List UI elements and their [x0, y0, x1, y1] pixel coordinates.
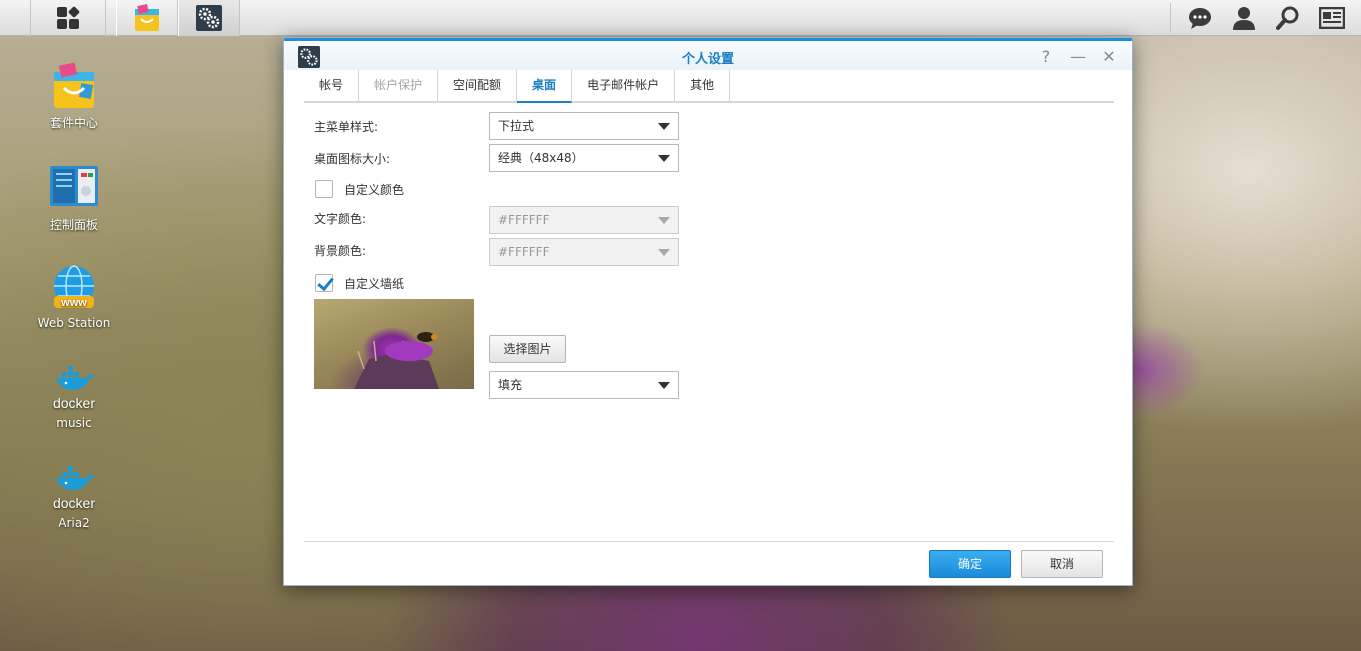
tab-quota[interactable]: 空间配额 — [438, 70, 518, 101]
window-title-bar[interactable]: 个人设置 ? — ✕ — [284, 38, 1132, 70]
text-color-select[interactable]: #FFFFFF — [489, 206, 679, 234]
svg-text:www: www — [60, 297, 87, 309]
tab-bar: 帐号 帐户保护 空间配额 桌面 电子邮件帐户 其他 — [304, 70, 1114, 103]
wallpaper-fit-value: 填充 — [498, 378, 523, 392]
custom-color-checkbox[interactable] — [315, 180, 333, 198]
taskbar — [0, 0, 1361, 36]
taskbar-separator — [1170, 3, 1171, 33]
widgets-icon — [1319, 7, 1345, 29]
wallpaper-fit-select[interactable]: 填充 — [489, 371, 679, 399]
desktop-icon-label: 控制面板 — [49, 218, 98, 232]
text-color-value: #FFFFFF — [498, 213, 550, 227]
docker-icon — [56, 466, 94, 490]
custom-wallpaper-checkbox[interactable] — [315, 274, 333, 292]
desktop-icon-control-panel[interactable]: 控制面板 — [26, 164, 122, 233]
wallpaper-preview-image — [354, 332, 439, 389]
tab-account-protection[interactable]: 帐户保护 — [359, 70, 439, 101]
taskbar-package-center[interactable] — [116, 0, 178, 36]
desktop-icon-package-center[interactable]: 套件中心 — [26, 62, 122, 131]
desktop-icon-docker-aria2[interactable]: docker Aria2 — [26, 464, 122, 530]
menu-style-select[interactable]: 下拉式 — [489, 112, 679, 140]
bg-color-value: #FFFFFF — [498, 245, 550, 259]
search-button[interactable] — [1273, 3, 1303, 33]
user-icon — [1233, 7, 1255, 30]
footer-divider — [304, 541, 1114, 542]
bg-color-label: 背景颜色: — [314, 244, 367, 258]
tab-desktop[interactable]: 桌面 — [517, 70, 573, 103]
dropdown-arrow-icon — [658, 123, 670, 130]
menu-style-value: 下拉式 — [498, 119, 535, 133]
user-button[interactable] — [1229, 3, 1259, 33]
package-center-icon — [135, 4, 159, 31]
package-center-icon — [54, 62, 94, 108]
choose-image-button[interactable]: 选择图片 — [489, 335, 566, 363]
cancel-button[interactable]: 取消 — [1021, 550, 1103, 578]
desktop-icon-label: 套件中心 — [49, 116, 98, 130]
tab-email-account[interactable]: 电子邮件帐户 — [572, 70, 676, 101]
help-button[interactable]: ? — [1036, 47, 1056, 67]
docker-icon — [56, 366, 94, 390]
desktop-icon-docker-music[interactable]: docker music — [26, 364, 122, 430]
dropdown-arrow-icon — [658, 382, 670, 389]
control-panel-icon — [50, 166, 98, 206]
web-station-icon: www — [54, 265, 94, 309]
desktop-icon-label: Aria2 — [58, 516, 90, 530]
bg-color-select[interactable]: #FFFFFF — [489, 238, 679, 266]
icon-size-select[interactable]: 经典（48x48） — [489, 144, 679, 172]
menu-style-label: 主菜单样式: — [314, 120, 379, 134]
desktop-icon-label: Web Station — [37, 316, 111, 330]
icon-size-label: 桌面图标大小: — [314, 152, 391, 166]
dropdown-arrow-icon — [658, 249, 670, 256]
personal-settings-window: 个人设置 ? — ✕ 帐号 帐户保护 空间配额 桌面 电子邮件帐户 其他 主菜单… — [283, 37, 1133, 586]
docker-wordmark: docker — [52, 395, 96, 411]
docker-wordmark: docker — [52, 495, 96, 511]
minimize-button[interactable]: — — [1068, 47, 1088, 67]
wallpaper-preview — [314, 299, 474, 389]
desktop-icon-label: music — [56, 416, 92, 430]
dropdown-arrow-icon — [658, 217, 670, 224]
main-menu-button[interactable] — [30, 0, 106, 36]
custom-wallpaper-label: 自定义墙纸 — [344, 277, 405, 291]
tab-other[interactable]: 其他 — [675, 70, 731, 101]
taskbar-control-panel[interactable] — [178, 0, 240, 36]
text-color-label: 文字颜色: — [314, 212, 367, 226]
grid-icon — [57, 5, 81, 29]
control-panel-icon — [196, 5, 222, 31]
chat-icon — [1189, 8, 1211, 29]
ok-button[interactable]: 确定 — [929, 550, 1011, 578]
dropdown-arrow-icon — [658, 155, 670, 162]
widgets-button[interactable] — [1317, 3, 1347, 33]
icon-size-value: 经典（48x48） — [498, 151, 584, 165]
desktop-icon-web-station[interactable]: www Web Station — [26, 264, 122, 330]
search-icon — [1276, 6, 1299, 30]
chat-button[interactable] — [1185, 3, 1215, 33]
window-title: 个人设置 — [681, 52, 734, 67]
tab-account[interactable]: 帐号 — [304, 70, 360, 101]
close-button[interactable]: ✕ — [1099, 47, 1119, 67]
custom-color-label: 自定义颜色 — [344, 183, 405, 197]
